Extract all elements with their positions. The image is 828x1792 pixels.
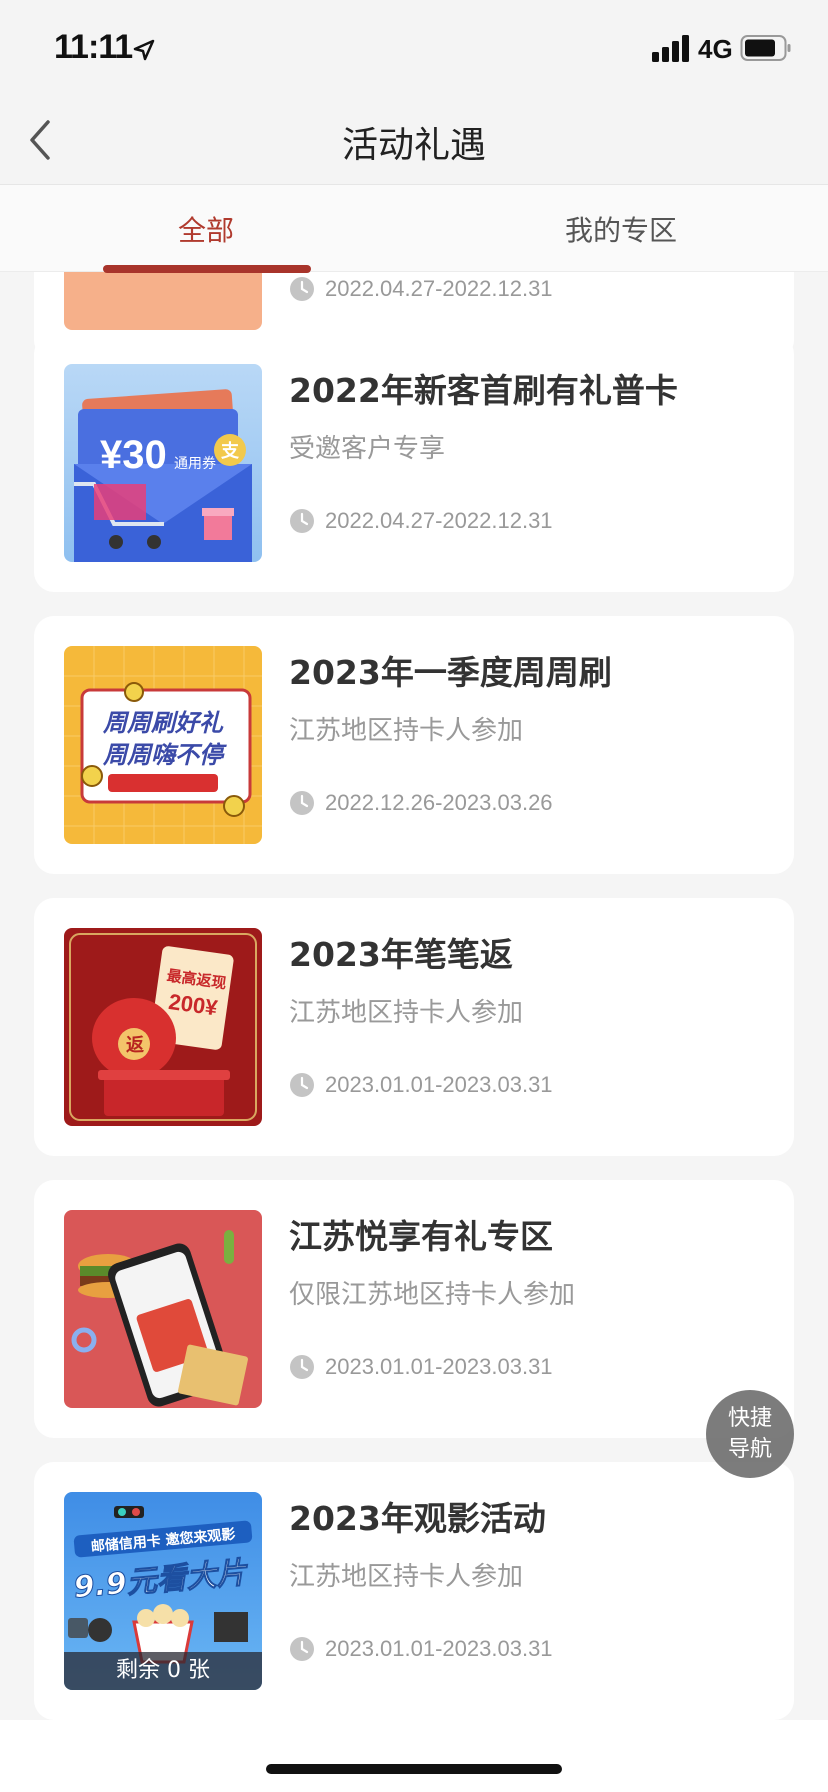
- activity-thumbnail: [64, 1210, 262, 1408]
- cellular-signal-icon: [652, 35, 689, 62]
- coupon-type: 通用券: [174, 456, 216, 472]
- thumb-line-2: 周周嗨不停: [102, 741, 227, 769]
- activity-date: 2022.04.27-2022.12.31: [325, 508, 553, 533]
- card-illustration: 最高返现 200¥ 返: [64, 928, 262, 1126]
- activity-card[interactable]: ¥30 通用券 支 2022年新客首刷有礼普卡 受邀客户专享 2022.04.2…: [34, 334, 794, 592]
- clock-icon: [290, 509, 314, 533]
- activity-list[interactable]: 2022.04.27-2022.12.31 ¥30 通用券 支 2022年新客首…: [0, 272, 828, 1720]
- tab-my-zone[interactable]: 我的专区: [565, 209, 677, 249]
- activity-date: 2022.12.26-2023.03.26: [325, 790, 553, 815]
- activity-card[interactable]: 周周刷好礼 周周嗨不停 2023年一季度周周刷 江苏地区持卡人参加 2022.1…: [34, 616, 794, 874]
- activity-date-row: 2022.04.27-2022.12.31: [289, 274, 553, 304]
- location-arrow-icon: [133, 39, 155, 61]
- home-indicator[interactable]: [266, 1764, 562, 1774]
- tab-bar: 全部 我的专区: [0, 184, 828, 273]
- activity-title: 2023年一季度周周刷: [289, 653, 612, 692]
- activity-date-row: 2023.01.01-2023.03.31: [289, 1634, 553, 1664]
- clock-icon: [290, 277, 314, 301]
- quick-nav-line-2: 导航: [727, 1437, 772, 1462]
- activity-thumbnail: 最高返现 200¥ 返: [64, 928, 262, 1126]
- activity-date: 2022.04.27-2022.12.31: [325, 276, 553, 301]
- activity-thumbnail: ¥30 通用券 支: [64, 364, 262, 562]
- activity-subtitle: 受邀客户专享: [289, 434, 446, 464]
- activity-subtitle: 江苏地区持卡人参加: [289, 716, 524, 746]
- bottom-safe-area: [0, 1720, 828, 1792]
- card-illustration: [64, 1210, 262, 1408]
- activity-title: 2023年笔笔返: [289, 935, 513, 974]
- activity-subtitle: 江苏地区持卡人参加: [289, 998, 524, 1028]
- card-illustration: 周周刷好礼 周周嗨不停: [64, 646, 262, 844]
- activity-thumbnail: [64, 272, 262, 330]
- navigation-bar: 活动礼遇: [0, 100, 828, 184]
- clock-icon: [290, 1355, 314, 1379]
- quick-nav-button[interactable]: 快捷 导航: [706, 1390, 794, 1478]
- activity-date: 2023.01.01-2023.03.31: [325, 1072, 553, 1097]
- activity-title: 2023年观影活动: [289, 1499, 546, 1538]
- alipay-badge: 支: [220, 440, 240, 462]
- qr-mini-icon: [68, 1618, 88, 1638]
- activity-thumbnail: 周周刷好礼 周周嗨不停: [64, 646, 262, 844]
- active-tab-indicator: [103, 265, 311, 273]
- activity-card[interactable]: 最高返现 200¥ 返 2023年笔笔返 江苏地区持卡人参加 2023.01.0…: [34, 898, 794, 1156]
- activity-date: 2023.01.01-2023.03.31: [325, 1636, 553, 1661]
- activity-subtitle: 仅限江苏地区持卡人参加: [289, 1280, 576, 1310]
- activity-card[interactable]: 江苏悦享有礼专区 仅限江苏地区持卡人参加 2023.01.01-2023.03.…: [34, 1180, 794, 1438]
- activity-subtitle: 江苏地区持卡人参加: [289, 1562, 524, 1592]
- page-title: 活动礼遇: [341, 125, 486, 166]
- clock-icon: [290, 1637, 314, 1661]
- activity-card[interactable]: 邮储信用卡 邀您来观影 9.9元看大片 剩余 0 张 2023年观影活动 江苏地…: [34, 1462, 794, 1720]
- coupon-amount: ¥30: [100, 433, 167, 477]
- activity-date-row: 2023.01.01-2023.03.31: [289, 1070, 553, 1100]
- tab-all[interactable]: 全部: [178, 209, 234, 249]
- quick-nav-line-1: 快捷: [727, 1406, 772, 1431]
- activity-date: 2023.01.01-2023.03.31: [325, 1354, 553, 1379]
- activity-title: 2022年新客首刷有礼普卡: [289, 371, 678, 410]
- thumb-bag-label: 返: [126, 1035, 144, 1056]
- activity-date-row: 2023.01.01-2023.03.31: [289, 1352, 553, 1382]
- activity-title: 江苏悦享有礼专区: [289, 1217, 553, 1256]
- network-type: 4G: [698, 34, 733, 64]
- battery-icon: [740, 35, 791, 61]
- remaining-count: 剩余 0 张: [64, 1652, 262, 1690]
- activity-date-row: 2022.04.27-2022.12.31: [289, 506, 553, 536]
- activity-thumbnail: 邮储信用卡 邀您来观影 9.9元看大片 剩余 0 张: [64, 1492, 262, 1690]
- status-bar: 11:11 4G: [0, 0, 828, 100]
- status-time: 11:11: [54, 28, 133, 66]
- activity-date-row: 2022.12.26-2023.03.26: [289, 788, 553, 818]
- thumb-line-1: 周周刷好礼: [102, 709, 224, 737]
- clock-icon: [290, 791, 314, 815]
- clock-icon: [290, 1073, 314, 1097]
- card-illustration: ¥30 通用券 支: [64, 364, 262, 562]
